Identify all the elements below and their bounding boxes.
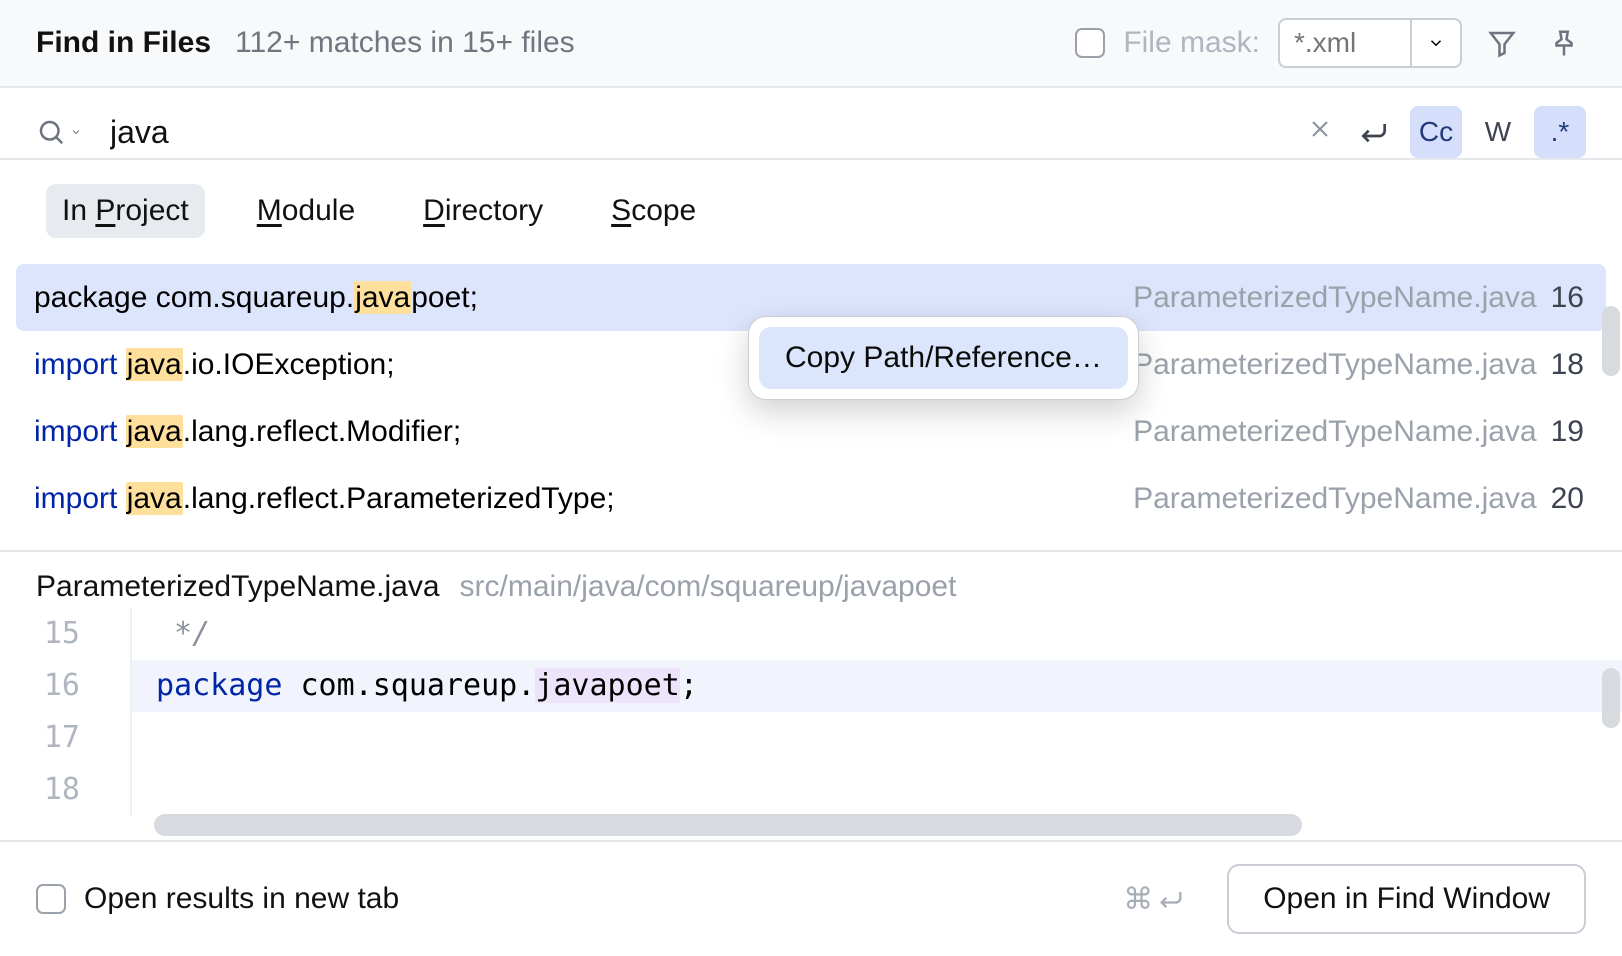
- search-input[interactable]: [110, 108, 1308, 157]
- code-line[interactable]: package com.squareup.javapoet;: [132, 660, 1622, 712]
- file-mask-input[interactable]: [1280, 27, 1410, 59]
- result-row[interactable]: import java.lang.reflect.Modifier; Param…: [16, 398, 1606, 465]
- whole-words-toggle[interactable]: W: [1472, 106, 1524, 158]
- dialog-header: Find in Files 112+ matches in 15+ files …: [0, 0, 1622, 88]
- clear-search-icon[interactable]: [1308, 115, 1332, 149]
- preview-pane: ParameterizedTypeName.java src/main/java…: [0, 550, 1622, 840]
- result-file: ParameterizedTypeName.java: [1133, 272, 1537, 323]
- file-mask-combo[interactable]: [1278, 18, 1462, 68]
- horizontal-scrollbar[interactable]: [154, 814, 1302, 836]
- match-case-toggle[interactable]: Cc: [1410, 106, 1462, 158]
- open-new-tab-label: Open results in new tab: [84, 882, 399, 916]
- copy-path-reference-item[interactable]: Copy Path/Reference…: [759, 327, 1128, 389]
- open-new-tab-checkbox[interactable]: [36, 884, 66, 914]
- code-line[interactable]: [132, 712, 1622, 764]
- results-list[interactable]: package com.squareup.javapoet; Parameter…: [0, 264, 1622, 550]
- filter-icon[interactable]: [1480, 21, 1524, 65]
- result-line: 18: [1551, 339, 1584, 390]
- search-row: Cc W .*: [0, 88, 1622, 160]
- preview-path: src/main/java/com/squareup/javapoet: [460, 570, 957, 604]
- dialog-footer: Open results in new tab ⌘ Open in Find W…: [0, 840, 1622, 956]
- result-file: ParameterizedTypeName.java: [1133, 406, 1537, 457]
- line-gutter: 15 16 17 18: [0, 608, 130, 816]
- tab-scope[interactable]: Scope: [595, 184, 712, 238]
- vertical-scrollbar[interactable]: [1602, 668, 1620, 728]
- code-line[interactable]: [132, 764, 1622, 816]
- code-preview[interactable]: 15 16 17 18 */ package com.squareup.java…: [0, 608, 1622, 816]
- tab-directory[interactable]: Directory: [407, 184, 559, 238]
- preview-filename: ParameterizedTypeName.java: [36, 570, 440, 604]
- pin-icon[interactable]: [1542, 21, 1586, 65]
- search-icon[interactable]: [36, 117, 82, 147]
- preserve-newlines-icon[interactable]: [1348, 106, 1400, 158]
- tab-in-project[interactable]: In Project: [46, 184, 205, 238]
- file-mask-label: File mask:: [1123, 26, 1260, 60]
- scope-tabs: In Project Module Directory Scope: [0, 160, 1622, 264]
- tab-module[interactable]: Module: [241, 184, 371, 238]
- result-line: 19: [1551, 406, 1584, 457]
- result-line: 16: [1551, 272, 1584, 323]
- match-count-label: 112+ matches in 15+ files: [235, 26, 1075, 60]
- shortcut-hint: ⌘: [1123, 882, 1185, 917]
- open-in-find-window-button[interactable]: Open in Find Window: [1227, 864, 1586, 934]
- result-row[interactable]: [16, 532, 1606, 550]
- vertical-scrollbar[interactable]: [1602, 306, 1620, 376]
- result-row[interactable]: import java.lang.reflect.ParameterizedTy…: [16, 465, 1606, 532]
- regex-toggle[interactable]: .*: [1534, 106, 1586, 158]
- result-file: ParameterizedTypeName.java: [1133, 339, 1537, 390]
- result-file: ParameterizedTypeName.java: [1133, 473, 1537, 524]
- file-mask-checkbox[interactable]: [1075, 28, 1105, 58]
- result-line: 20: [1551, 473, 1584, 524]
- code-line[interactable]: */: [132, 608, 1622, 660]
- context-menu: Copy Path/Reference…: [748, 316, 1139, 400]
- dialog-title: Find in Files: [36, 26, 211, 60]
- file-mask-dropdown-button[interactable]: [1410, 20, 1460, 66]
